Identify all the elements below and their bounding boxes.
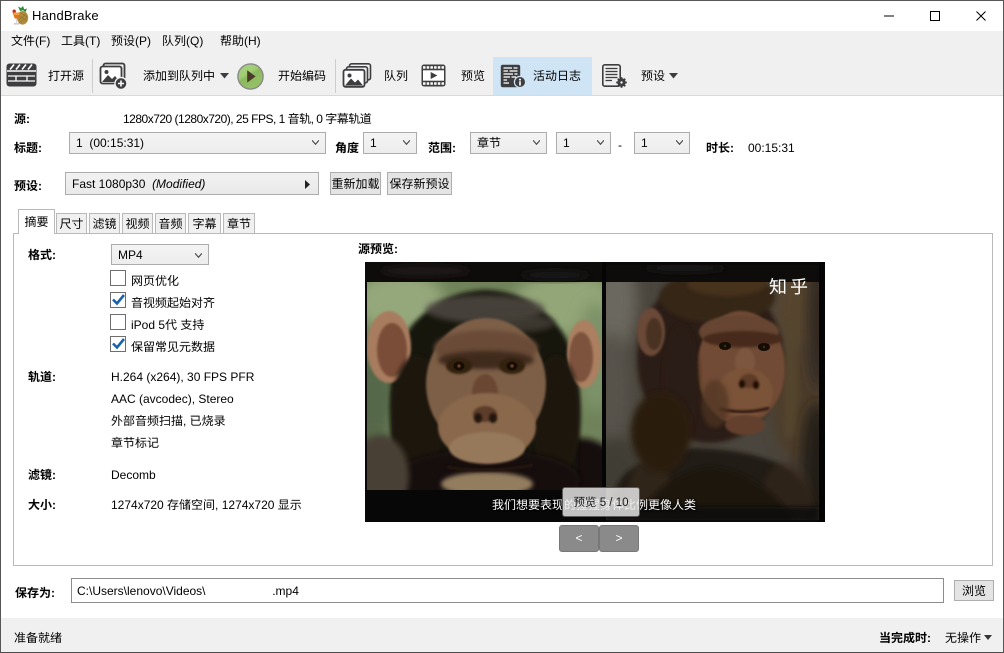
svg-text:知乎: 知乎 <box>769 273 811 299</box>
